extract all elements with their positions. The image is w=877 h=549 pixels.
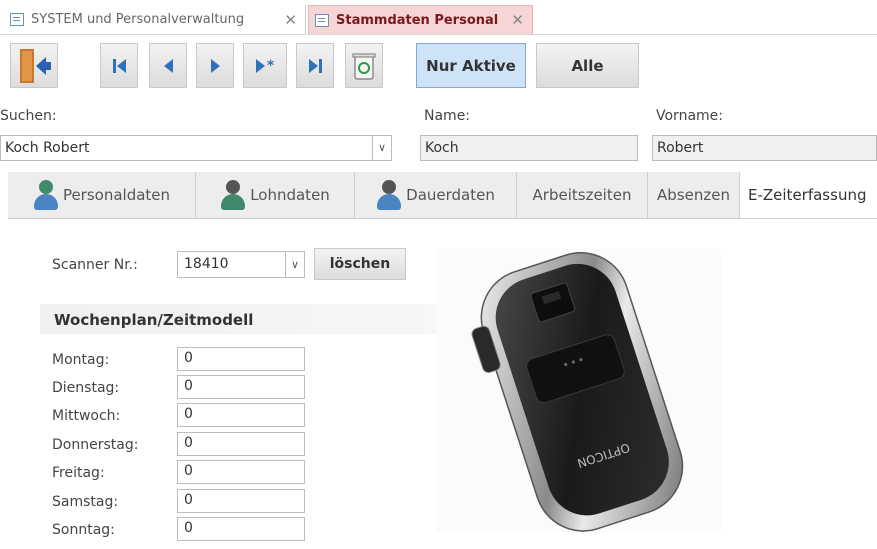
doc-tab-system[interactable]: SYSTEM und Personalverwaltung ✕	[4, 5, 306, 34]
chevron-down-icon[interactable]: ∨	[372, 136, 391, 160]
tab-label: Lohndaten	[250, 186, 330, 204]
wochenplan-title: Wochenplan/Zeitmodell	[54, 311, 254, 329]
alle-button[interactable]: Alle	[536, 43, 639, 88]
tab-label: Absenzen	[657, 186, 730, 204]
scanner-delete-button[interactable]: löschen	[314, 248, 406, 280]
close-icon[interactable]: ✕	[511, 11, 524, 29]
tab-arbeitszeiten[interactable]: Arbeitszeiten	[517, 172, 648, 218]
recycle-bin-icon	[352, 53, 376, 80]
dienstag-field[interactable]: 0	[177, 375, 305, 399]
alle-label: Alle	[571, 56, 604, 75]
next-record-button[interactable]	[196, 43, 234, 88]
new-record-icon: *	[255, 58, 274, 74]
scanner-combobox[interactable]: 18410 ∨	[177, 251, 305, 278]
people-clipboard-icon	[376, 178, 402, 212]
people-icon	[220, 178, 246, 212]
sonntag-field[interactable]: 0	[177, 517, 305, 541]
samstag-field[interactable]: 0	[177, 489, 305, 513]
wochenplan-header: Wochenplan/Zeitmodell	[40, 304, 436, 334]
previous-record-button[interactable]	[149, 43, 187, 88]
tab-lohndaten[interactable]: Lohndaten	[196, 172, 355, 218]
freitag-field[interactable]: 0	[177, 460, 305, 484]
first-record-icon	[112, 58, 126, 73]
person-icon	[33, 178, 59, 212]
montag-label: Montag:	[52, 352, 110, 368]
dienstag-label: Dienstag:	[52, 380, 120, 396]
last-record-icon	[308, 58, 322, 73]
mittwoch-field[interactable]: 0	[177, 403, 305, 427]
sonntag-label: Sonntag:	[52, 522, 115, 538]
tab-absenzen[interactable]: Absenzen	[648, 172, 740, 218]
donnerstag-label: Donnerstag:	[52, 437, 139, 453]
doc-tab-stammdaten[interactable]: Stammdaten Personal ✕	[308, 5, 533, 34]
scanner-value: 18410	[184, 256, 229, 272]
scanner-label: Scanner Nr.:	[52, 257, 138, 273]
exit-button[interactable]	[10, 43, 58, 88]
samstag-label: Samstag:	[52, 494, 119, 510]
search-value: Koch Robert	[5, 140, 90, 156]
mittwoch-label: Mittwoch:	[52, 408, 121, 424]
search-label: Suchen:	[0, 108, 57, 124]
first-record-button[interactable]	[100, 43, 138, 88]
form-icon	[10, 13, 24, 26]
record-tab-bar: Personaldaten Lohndaten Dauerdaten Arbei…	[8, 172, 877, 219]
loeschen-label: löschen	[329, 256, 391, 272]
doc-tab-label: Stammdaten Personal	[336, 12, 499, 28]
doc-tab-label: SYSTEM und Personalverwaltung	[31, 12, 245, 27]
tab-label: E-Zeiterfassung	[748, 186, 867, 204]
document-tab-bar: SYSTEM und Personalverwaltung ✕ Stammdat…	[0, 0, 877, 35]
tab-label: Dauerdaten	[406, 186, 495, 204]
montag-field[interactable]: 0	[177, 347, 305, 371]
previous-record-icon	[163, 58, 173, 73]
tab-e-zeiterfassung[interactable]: E-Zeiterfassung	[740, 172, 877, 218]
scanner-device-image: OPTICON	[436, 249, 721, 532]
search-combobox[interactable]: Koch Robert ∨	[0, 135, 392, 161]
new-record-button[interactable]: *	[243, 43, 287, 88]
nur-aktive-button[interactable]: Nur Aktive	[416, 43, 526, 88]
chevron-down-icon[interactable]: ∨	[285, 252, 304, 277]
vorname-label: Vorname:	[656, 108, 723, 124]
last-record-button[interactable]	[296, 43, 334, 88]
tab-personaldaten[interactable]: Personaldaten	[8, 172, 196, 218]
barcode-scanner-illustration: OPTICON	[471, 252, 684, 532]
close-icon[interactable]: ✕	[284, 11, 297, 29]
exit-door-icon	[20, 48, 51, 83]
vorname-field[interactable]: Robert	[652, 135, 877, 161]
donnerstag-field[interactable]: 0	[177, 432, 305, 456]
freitag-label: Freitag:	[52, 465, 105, 481]
form-icon	[315, 13, 329, 27]
name-field[interactable]: Koch	[420, 135, 638, 161]
tab-label: Arbeitszeiten	[532, 186, 632, 204]
delete-button[interactable]	[345, 43, 383, 88]
name-label: Name:	[424, 108, 471, 124]
tab-label: Personaldaten	[62, 186, 171, 204]
tab-dauerdaten[interactable]: Dauerdaten	[355, 172, 517, 218]
nur-aktive-label: Nur Aktive	[426, 56, 516, 75]
next-record-icon	[210, 58, 220, 73]
